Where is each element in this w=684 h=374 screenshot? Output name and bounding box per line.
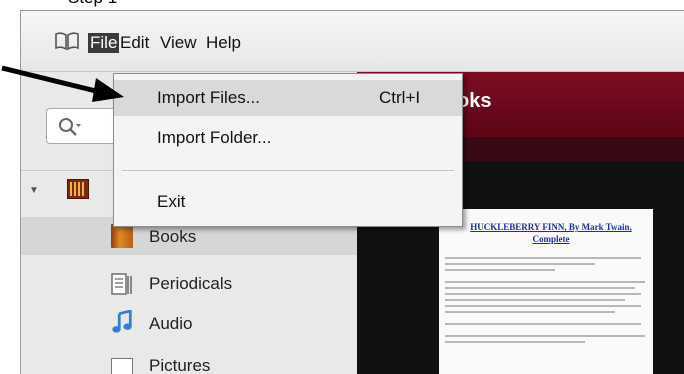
text-line	[445, 257, 641, 259]
book-preview[interactable]: HUCKLEBERRY FINN, By Mark Twain, Complet…	[439, 209, 653, 374]
periodical-icon	[111, 273, 132, 295]
menu-item-label: Exit	[157, 192, 186, 211]
book-icon	[111, 224, 133, 248]
sidebar-item-pictures[interactable]: Pictures	[21, 348, 357, 374]
text-line	[445, 323, 641, 325]
text-line	[445, 269, 555, 271]
annotation-text: Step 1	[68, 0, 117, 8]
menu-item-exit[interactable]: Exit	[114, 184, 462, 220]
book-title: HUCKLEBERRY FINN, By Mark Twain, Complet…	[470, 222, 632, 244]
library-icon	[67, 179, 89, 199]
magnifier-icon	[59, 118, 81, 136]
text-line	[445, 281, 645, 283]
sidebar-item-label: Books	[149, 227, 197, 246]
sidebar-item-label: Audio	[149, 314, 193, 333]
menu-file[interactable]: File	[88, 33, 120, 53]
menu-item-import-folder[interactable]: Import Folder...	[114, 120, 462, 156]
menu-view[interactable]: View	[160, 33, 197, 53]
menu-item-import-files[interactable]: Import Files... Ctrl+I	[114, 80, 462, 116]
text-line	[445, 263, 595, 265]
expand-arrow-icon[interactable]: ▼	[29, 185, 39, 196]
sidebar-item-label: Periodicals	[149, 274, 233, 293]
menu-item-label: Import Folder...	[157, 128, 272, 147]
menu-separator	[122, 170, 454, 171]
pointer-arrow-icon	[1, 65, 124, 102]
menu-item-label: Import Files...	[157, 88, 260, 107]
menu-item-shortcut: Ctrl+I	[379, 88, 421, 107]
text-line	[445, 341, 585, 343]
picture-icon	[111, 358, 133, 374]
menu-help[interactable]: Help	[206, 33, 241, 53]
text-line	[445, 287, 635, 289]
text-line	[445, 335, 645, 337]
open-book-icon[interactable]	[54, 31, 80, 51]
music-note-icon	[112, 310, 132, 333]
file-menu-dropdown: Import Files... Ctrl+I Import Folder... …	[113, 73, 463, 227]
text-line	[445, 305, 641, 307]
text-line	[445, 293, 641, 295]
text-line	[445, 299, 625, 301]
sidebar-item-audio[interactable]: Audio	[21, 306, 357, 344]
menu-edit[interactable]: Edit	[120, 33, 149, 53]
sidebar-item-periodicals[interactable]: Periodicals	[21, 266, 357, 304]
sidebar-item-label: Pictures	[149, 356, 211, 374]
text-line	[445, 311, 615, 313]
